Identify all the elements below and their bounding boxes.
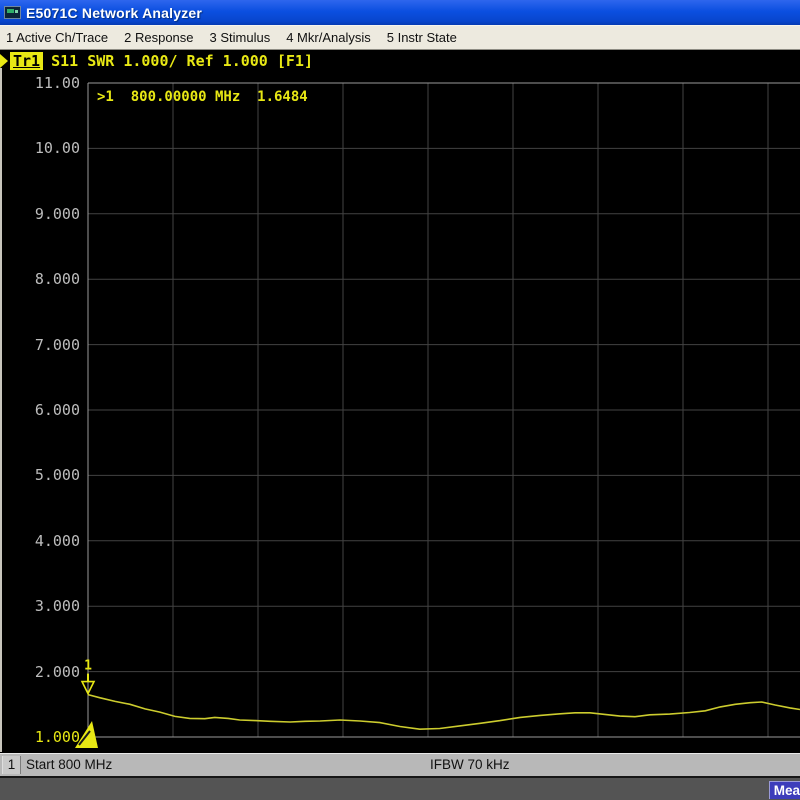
y-axis-label: 3.000 <box>26 597 80 615</box>
analyzer-screen: Tr1 S11 SWR 1.000/ Ref 1.000 [F1] 1 >1 8… <box>0 50 800 753</box>
y-axis-label: 10.00 <box>26 139 80 157</box>
swr-trace <box>88 695 800 730</box>
graticule-grid <box>88 83 800 737</box>
y-axis-label: 5.000 <box>26 466 80 484</box>
y-axis-label: 8.000 <box>26 270 80 288</box>
softkey-menu-title[interactable]: Mea <box>769 781 800 799</box>
start-frequency-text: Start 800 MHz <box>26 757 112 772</box>
y-axis-label: 11.00 <box>26 74 80 92</box>
y-axis-label: 2.000 <box>26 663 80 681</box>
svg-text:1: 1 <box>84 659 92 674</box>
app-icon <box>4 6 21 19</box>
menu-item-5[interactable]: 5 Instr State <box>379 30 465 45</box>
marker-readout: >1 800.00000 MHz 1.6484 <box>97 89 308 105</box>
window-title: E5071C Network Analyzer <box>26 5 202 21</box>
menu-item-2[interactable]: 2 Response <box>116 30 201 45</box>
y-axis-label: 4.000 <box>26 532 80 550</box>
menu-item-1[interactable]: 1 Active Ch/Trace <box>0 30 116 45</box>
channel-number-badge: 1 <box>2 756 21 774</box>
status-bar: 1 Start 800 MHz IFBW 70 kHz <box>0 753 800 776</box>
ifbw-text: IFBW 70 kHz <box>430 757 510 772</box>
y-axis-label: 6.000 <box>26 401 80 419</box>
y-axis-label: 9.000 <box>26 205 80 223</box>
menu-bar: 1 Active Ch/Trace2 Response3 Stimulus4 M… <box>0 25 800 50</box>
y-axis-label: 7.000 <box>26 336 80 354</box>
menu-item-4[interactable]: 4 Mkr/Analysis <box>278 30 379 45</box>
y-axis-label: 1.000 <box>26 728 80 746</box>
window-titlebar: E5071C Network Analyzer <box>0 0 800 25</box>
menu-item-3[interactable]: 3 Stimulus <box>202 30 279 45</box>
plot-area[interactable]: 1 <box>0 50 800 753</box>
bottom-strip: Mea <box>0 776 800 800</box>
